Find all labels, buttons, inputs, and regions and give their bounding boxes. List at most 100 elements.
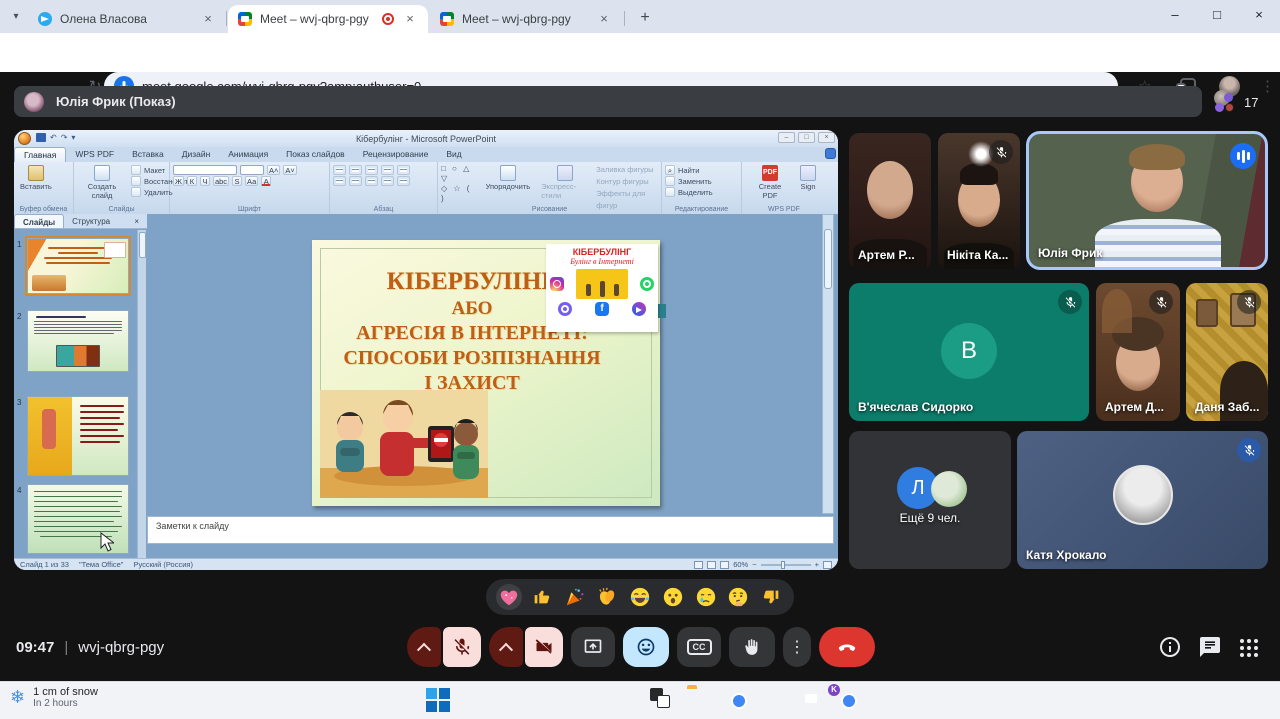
leave-call-button[interactable] bbox=[819, 627, 875, 667]
panel-tab-outline[interactable]: Структура bbox=[64, 214, 118, 228]
store-button[interactable] bbox=[798, 688, 824, 714]
file-explorer-button[interactable] bbox=[686, 688, 712, 714]
numbering-icon[interactable] bbox=[349, 165, 362, 175]
slide-sorter-icon[interactable] bbox=[707, 560, 717, 569]
chrome-profile-k-button[interactable]: K bbox=[828, 684, 860, 714]
shrink-font-button[interactable]: A˅ bbox=[283, 165, 297, 175]
tile-more-participants[interactable]: Л Ещё 9 чел. bbox=[849, 431, 1011, 569]
browser-tab-meet-2[interactable]: Meet – wvj-qbrg-pgy × bbox=[430, 5, 622, 33]
notes-pane[interactable]: Заметки к слайду bbox=[147, 516, 834, 544]
ribbon-tab-home[interactable]: Главная bbox=[14, 147, 67, 162]
reactions-button[interactable] bbox=[623, 627, 669, 667]
ribbon-tab-slideshow[interactable]: Показ слайдов bbox=[277, 147, 354, 162]
zoom-in-icon[interactable]: + bbox=[815, 560, 819, 569]
tab-search-button[interactable]: ▾ bbox=[6, 8, 26, 26]
shape-fill-button[interactable]: Заливка фигуры bbox=[596, 164, 658, 176]
font-color-button[interactable]: А bbox=[261, 176, 272, 186]
weather-widget[interactable]: ❄ 1 cm of snow In 2 hours bbox=[10, 686, 98, 709]
reaction-surprised[interactable] bbox=[660, 584, 686, 610]
browser-menu-icon[interactable]: ⋮ bbox=[1260, 77, 1275, 95]
fit-to-window-icon[interactable] bbox=[823, 560, 832, 569]
camera-off-button[interactable] bbox=[525, 627, 563, 667]
italic-button[interactable]: К bbox=[186, 176, 197, 186]
reaction-thinking[interactable] bbox=[725, 584, 751, 610]
sign-button[interactable]: Sign bbox=[797, 164, 819, 201]
reaction-thumbs-up[interactable] bbox=[529, 584, 555, 610]
columns-icon[interactable] bbox=[397, 176, 410, 186]
font-name-box[interactable] bbox=[173, 165, 237, 175]
window-maximize-button[interactable]: □ bbox=[1196, 0, 1238, 33]
task-view-button[interactable] bbox=[648, 688, 674, 714]
present-screen-button[interactable] bbox=[571, 627, 615, 667]
create-pdf-button[interactable]: PDF Create PDF bbox=[749, 164, 791, 201]
more-options-button[interactable]: ⋮ bbox=[783, 627, 811, 667]
select-button[interactable]: Выделить bbox=[665, 187, 738, 197]
replace-button[interactable]: Заменить bbox=[665, 176, 738, 186]
paste-button[interactable]: Вставить bbox=[17, 164, 55, 192]
zoom-out-icon[interactable]: − bbox=[752, 560, 756, 569]
participant-tile-nikita[interactable]: Нікіта Ка... bbox=[938, 133, 1020, 269]
window-minimize-button[interactable]: – bbox=[1154, 0, 1196, 33]
chrome-button[interactable] bbox=[724, 688, 750, 714]
shapes-gallery[interactable]: □ ○ △ ▽ ◇ ☆ ( ) bbox=[441, 164, 478, 204]
wps-help-icon[interactable] bbox=[825, 148, 836, 159]
ribbon-tab-design[interactable]: Дизайн bbox=[173, 147, 220, 162]
align-right-icon[interactable] bbox=[365, 176, 378, 186]
mic-options-chevron[interactable] bbox=[407, 627, 441, 667]
meeting-details-icon[interactable] bbox=[1158, 635, 1182, 664]
zoom-slider[interactable] bbox=[760, 560, 811, 569]
participant-tile-katya[interactable]: Катя Хрокало bbox=[1017, 431, 1268, 569]
bold-button[interactable]: Ж bbox=[173, 176, 184, 186]
slide-canvas[interactable]: КІБЕРБУЛІНГ АБО АГРЕСІЯ В ІНТЕРНЕТІ: СПО… bbox=[312, 240, 666, 506]
ribbon-tab-insert[interactable]: Вставка bbox=[123, 147, 173, 162]
indent-increase-icon[interactable] bbox=[381, 165, 394, 175]
reaction-thumbs-down[interactable] bbox=[758, 584, 784, 610]
align-center-icon[interactable] bbox=[349, 176, 362, 186]
ribbon-tab-view[interactable]: Вид bbox=[437, 147, 470, 162]
reaction-sparkling-heart[interactable] bbox=[496, 584, 522, 610]
participant-tile-artem-r[interactable]: Артем Р... bbox=[849, 133, 931, 269]
quick-styles-button[interactable]: Экспресс-стили bbox=[538, 164, 591, 201]
browser-tab-telegram[interactable]: Олена Власова × bbox=[28, 5, 226, 33]
slide-thumbnail-3[interactable] bbox=[27, 396, 129, 476]
slide-thumbnail-1[interactable] bbox=[25, 236, 131, 296]
window-close-button[interactable]: × bbox=[1238, 0, 1280, 33]
activities-grid-icon[interactable] bbox=[1240, 639, 1258, 657]
justify-icon[interactable] bbox=[381, 176, 394, 186]
arrange-button[interactable]: Упорядочить bbox=[483, 164, 534, 192]
reaction-laughing[interactable] bbox=[627, 584, 653, 610]
tab-close-icon[interactable]: × bbox=[402, 11, 418, 27]
normal-view-icon[interactable] bbox=[694, 560, 704, 569]
slide-vertical-scrollbar[interactable] bbox=[822, 214, 834, 514]
shadow-button[interactable]: S bbox=[232, 176, 243, 186]
participant-tile-artem-d[interactable]: Артем Д... bbox=[1096, 283, 1180, 421]
raise-hand-button[interactable] bbox=[729, 627, 775, 667]
bullets-icon[interactable] bbox=[333, 165, 346, 175]
new-tab-button[interactable]: + bbox=[634, 7, 656, 29]
font-size-box[interactable] bbox=[240, 165, 264, 175]
ribbon-tab-animation[interactable]: Анимация bbox=[219, 147, 277, 162]
powerpoint-window-controls[interactable]: – □ × bbox=[778, 132, 835, 143]
new-slide-button[interactable]: Создать слайд bbox=[77, 164, 127, 201]
slide-thumbnail-2[interactable] bbox=[27, 310, 129, 372]
align-left-icon[interactable] bbox=[333, 176, 346, 186]
panel-tab-slides[interactable]: Слайды bbox=[14, 214, 65, 228]
tab-close-icon[interactable]: × bbox=[596, 11, 612, 27]
reaction-crying[interactable] bbox=[693, 584, 719, 610]
participant-tile-vyacheslav[interactable]: В В'ячеслав Сидорко bbox=[849, 283, 1089, 421]
captions-button[interactable]: CC bbox=[677, 627, 721, 667]
edge-button[interactable] bbox=[762, 688, 788, 714]
reaction-clapping-hands[interactable] bbox=[594, 584, 620, 610]
line-spacing-icon[interactable] bbox=[397, 165, 410, 175]
slideshow-icon[interactable] bbox=[720, 560, 730, 569]
ribbon-tab-wpspdf[interactable]: WPS PDF bbox=[66, 147, 123, 162]
browser-tab-meet-active[interactable]: Meet – wvj-qbrg-pgy × bbox=[228, 5, 428, 33]
chat-icon[interactable] bbox=[1198, 635, 1222, 664]
camera-options-chevron[interactable] bbox=[489, 627, 523, 667]
participant-tile-dania[interactable]: Даня Заб... bbox=[1186, 283, 1268, 421]
shape-outline-button[interactable]: Контур фигуры bbox=[596, 176, 658, 188]
mic-off-button[interactable] bbox=[443, 627, 481, 667]
participant-tile-yulia-speaking[interactable]: Юлія Фрик bbox=[1026, 131, 1268, 270]
grow-font-button[interactable]: A˄ bbox=[267, 165, 281, 175]
tab-close-icon[interactable]: × bbox=[200, 11, 216, 27]
